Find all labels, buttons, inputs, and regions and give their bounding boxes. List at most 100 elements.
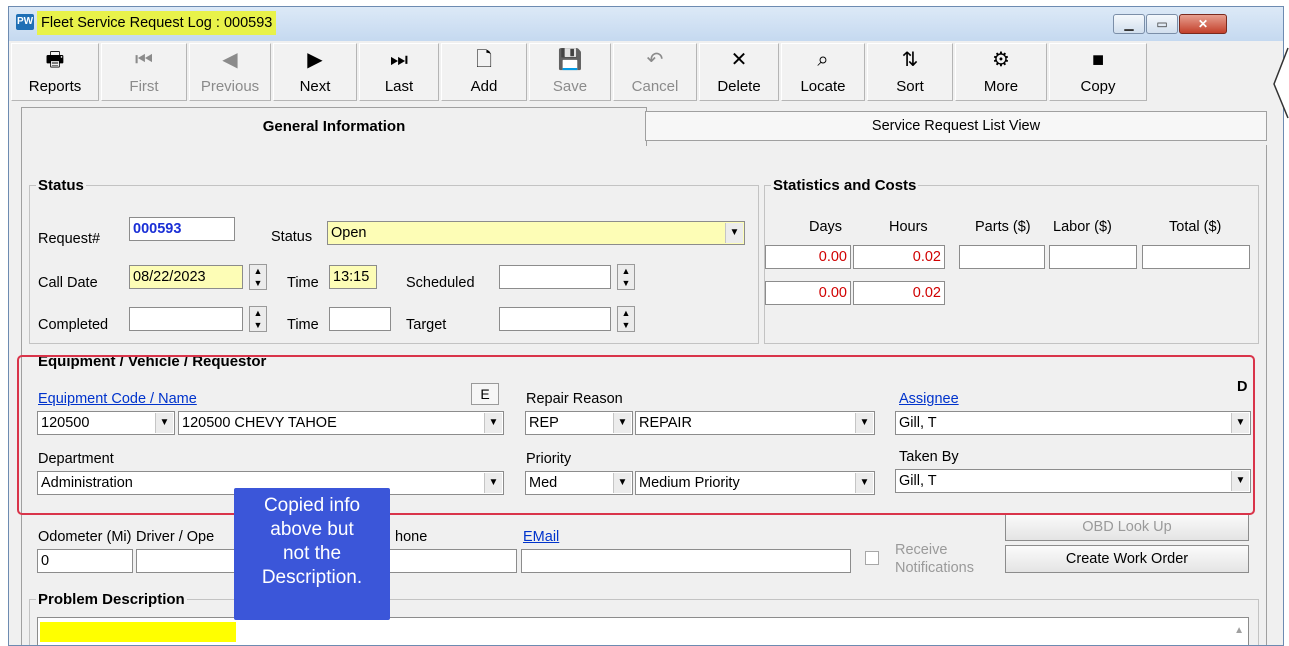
toolbar-label: Add bbox=[470, 78, 498, 95]
problem-description-field[interactable]: ▲ bbox=[37, 617, 1249, 645]
odometer-label: Odometer (Mi) bbox=[38, 529, 132, 545]
phone-label: hone bbox=[395, 529, 428, 545]
completed-field[interactable] bbox=[129, 307, 243, 331]
time-label: Time bbox=[287, 275, 319, 291]
parts-header: Parts ($) bbox=[975, 219, 1031, 235]
callout-line-3: not the bbox=[282, 543, 342, 564]
toolbar-label: Sort bbox=[896, 78, 924, 95]
more-icon: ⚙ bbox=[992, 49, 1010, 71]
hours-value-2: 0.02 bbox=[853, 281, 945, 305]
scheduled-spinner[interactable]: ▲ ▼ bbox=[617, 264, 635, 290]
maximize-button[interactable]: ▭ bbox=[1146, 14, 1178, 34]
copy-square-icon: ■ bbox=[1091, 49, 1105, 71]
status-select[interactable]: Open ▼ bbox=[327, 221, 745, 245]
create-work-order-button[interactable]: Create Work Order bbox=[1005, 545, 1249, 573]
call-time-field[interactable]: 13:15 bbox=[329, 265, 377, 289]
toolbar-locate-button[interactable]: ⌕ Locate bbox=[781, 43, 865, 101]
phone-field[interactable] bbox=[389, 549, 517, 573]
hours-value-1: 0.02 bbox=[853, 245, 945, 269]
toolbar: 🖶 Reports ⏮ First ◀ Previous ▶ Next ⏭ Last 🗋 Add 💾 Sa… bbox=[9, 41, 1283, 105]
obd-lookup-button[interactable]: OBD Look Up bbox=[1005, 513, 1249, 541]
statistics-legend: Statistics and Costs bbox=[773, 177, 917, 194]
time2-label: Time bbox=[287, 317, 319, 333]
toolbar-sort-button[interactable]: ⇅ Sort bbox=[867, 43, 953, 101]
completed-time-field[interactable] bbox=[329, 307, 391, 331]
labor-header: Labor ($) bbox=[1053, 219, 1112, 235]
minimize-button[interactable]: ▁ bbox=[1113, 14, 1145, 34]
tab-service-request-list-view[interactable]: Service Request List View bbox=[645, 111, 1267, 141]
toolbar-next-button[interactable]: ▶ Next bbox=[273, 43, 357, 101]
receive-notifications-label: Receive Notifications bbox=[895, 541, 974, 577]
toolbar-label: More bbox=[983, 78, 1019, 95]
toolbar-reports-button[interactable]: 🖶 Reports bbox=[11, 43, 99, 101]
completed-spinner[interactable]: ▲ ▼ bbox=[249, 306, 267, 332]
labor-cost-field bbox=[1049, 245, 1137, 269]
days-header: Days bbox=[809, 219, 843, 235]
hours-header: Hours bbox=[889, 219, 928, 235]
email-link[interactable]: EMail bbox=[523, 529, 559, 545]
toolbar-label: Last bbox=[384, 78, 414, 95]
completed-label: Completed bbox=[38, 317, 109, 333]
toolbar-save-button[interactable]: 💾 Save bbox=[529, 43, 611, 101]
toolbar-label: Copy bbox=[1080, 78, 1116, 95]
receive-notifications-checkbox[interactable] bbox=[865, 551, 879, 565]
toolbar-delete-button[interactable]: ✕ Delete bbox=[699, 43, 779, 101]
side-pointer-icon bbox=[1273, 47, 1289, 119]
printer-icon: 🖶 bbox=[45, 49, 65, 71]
delete-x-icon: ✕ bbox=[730, 49, 748, 71]
callout-line-1: Copied info bbox=[263, 495, 361, 516]
status-legend: Status bbox=[38, 177, 84, 194]
toolbar-more-button[interactable]: ⚙ More bbox=[955, 43, 1047, 101]
toolbar-last-button[interactable]: ⏭ Last bbox=[359, 43, 439, 101]
add-page-icon: 🗋 bbox=[475, 49, 493, 71]
days-value-2: 0.00 bbox=[765, 281, 851, 305]
parts-cost-field bbox=[959, 245, 1045, 269]
sort-az-icon: ⇅ bbox=[901, 49, 919, 71]
status-value: Open bbox=[331, 225, 367, 241]
call-date-spinner[interactable]: ▲ ▼ bbox=[249, 264, 267, 290]
close-button[interactable]: ✕ bbox=[1179, 14, 1227, 34]
receive-label-line2: Notifications bbox=[895, 560, 974, 576]
next-icon: ▶ bbox=[307, 49, 323, 71]
binoculars-icon: ⌕ bbox=[817, 49, 829, 71]
toolbar-copy-button[interactable]: ■ Copy bbox=[1049, 43, 1147, 101]
tab-general-information[interactable]: General Information bbox=[21, 107, 647, 146]
last-icon: ⏭ bbox=[390, 49, 408, 71]
annotation-red-frame bbox=[17, 355, 1255, 515]
call-date-field[interactable]: 08/22/2023 bbox=[129, 265, 243, 289]
callout-line-4: Description. bbox=[261, 567, 363, 588]
driver-label: Driver / Ope bbox=[136, 529, 215, 545]
odometer-field[interactable]: 0 bbox=[37, 549, 133, 573]
window-title: Fleet Service Request Log : 000593 bbox=[37, 11, 277, 35]
chevron-down-icon[interactable]: ▼ bbox=[725, 223, 743, 243]
toolbar-add-button[interactable]: 🗋 Add bbox=[441, 43, 527, 101]
toolbar-label: Save bbox=[552, 78, 588, 95]
toolbar-cancel-button[interactable]: ↶ Cancel bbox=[613, 43, 697, 101]
target-field[interactable] bbox=[499, 307, 611, 331]
call-date-label: Call Date bbox=[38, 275, 98, 291]
target-spinner[interactable]: ▲ ▼ bbox=[617, 306, 635, 332]
request-label: Request# bbox=[38, 231, 101, 247]
email-field[interactable] bbox=[521, 549, 851, 573]
toolbar-label: First bbox=[129, 78, 159, 95]
scroll-up-icon[interactable]: ▲ bbox=[1234, 620, 1244, 642]
callout-line-2: above but bbox=[270, 519, 354, 540]
scheduled-field[interactable] bbox=[499, 265, 611, 289]
toolbar-label: Next bbox=[299, 78, 331, 95]
request-number-field[interactable]: 000593 bbox=[129, 217, 235, 241]
toolbar-first-button[interactable]: ⏮ First bbox=[101, 43, 187, 101]
save-icon: 💾 bbox=[557, 49, 583, 71]
toolbar-label: Cancel bbox=[631, 78, 679, 95]
target-label: Target bbox=[406, 317, 447, 333]
toolbar-label: Previous bbox=[200, 78, 260, 95]
first-icon: ⏮ bbox=[135, 49, 153, 71]
app-logo-icon: PW bbox=[16, 14, 34, 30]
status-label: Status bbox=[271, 229, 313, 245]
previous-icon: ◀ bbox=[222, 49, 238, 71]
toolbar-previous-button[interactable]: ◀ Previous bbox=[189, 43, 271, 101]
app-window: PW Fleet Service Request Log : 000593 ▁ … bbox=[8, 6, 1284, 646]
total-header: Total ($) bbox=[1169, 219, 1222, 235]
annotation-callout: Copied info above but not the Descriptio… bbox=[234, 488, 390, 620]
undo-icon: ↶ bbox=[646, 49, 664, 71]
problem-description-legend: Problem Description bbox=[38, 591, 185, 608]
